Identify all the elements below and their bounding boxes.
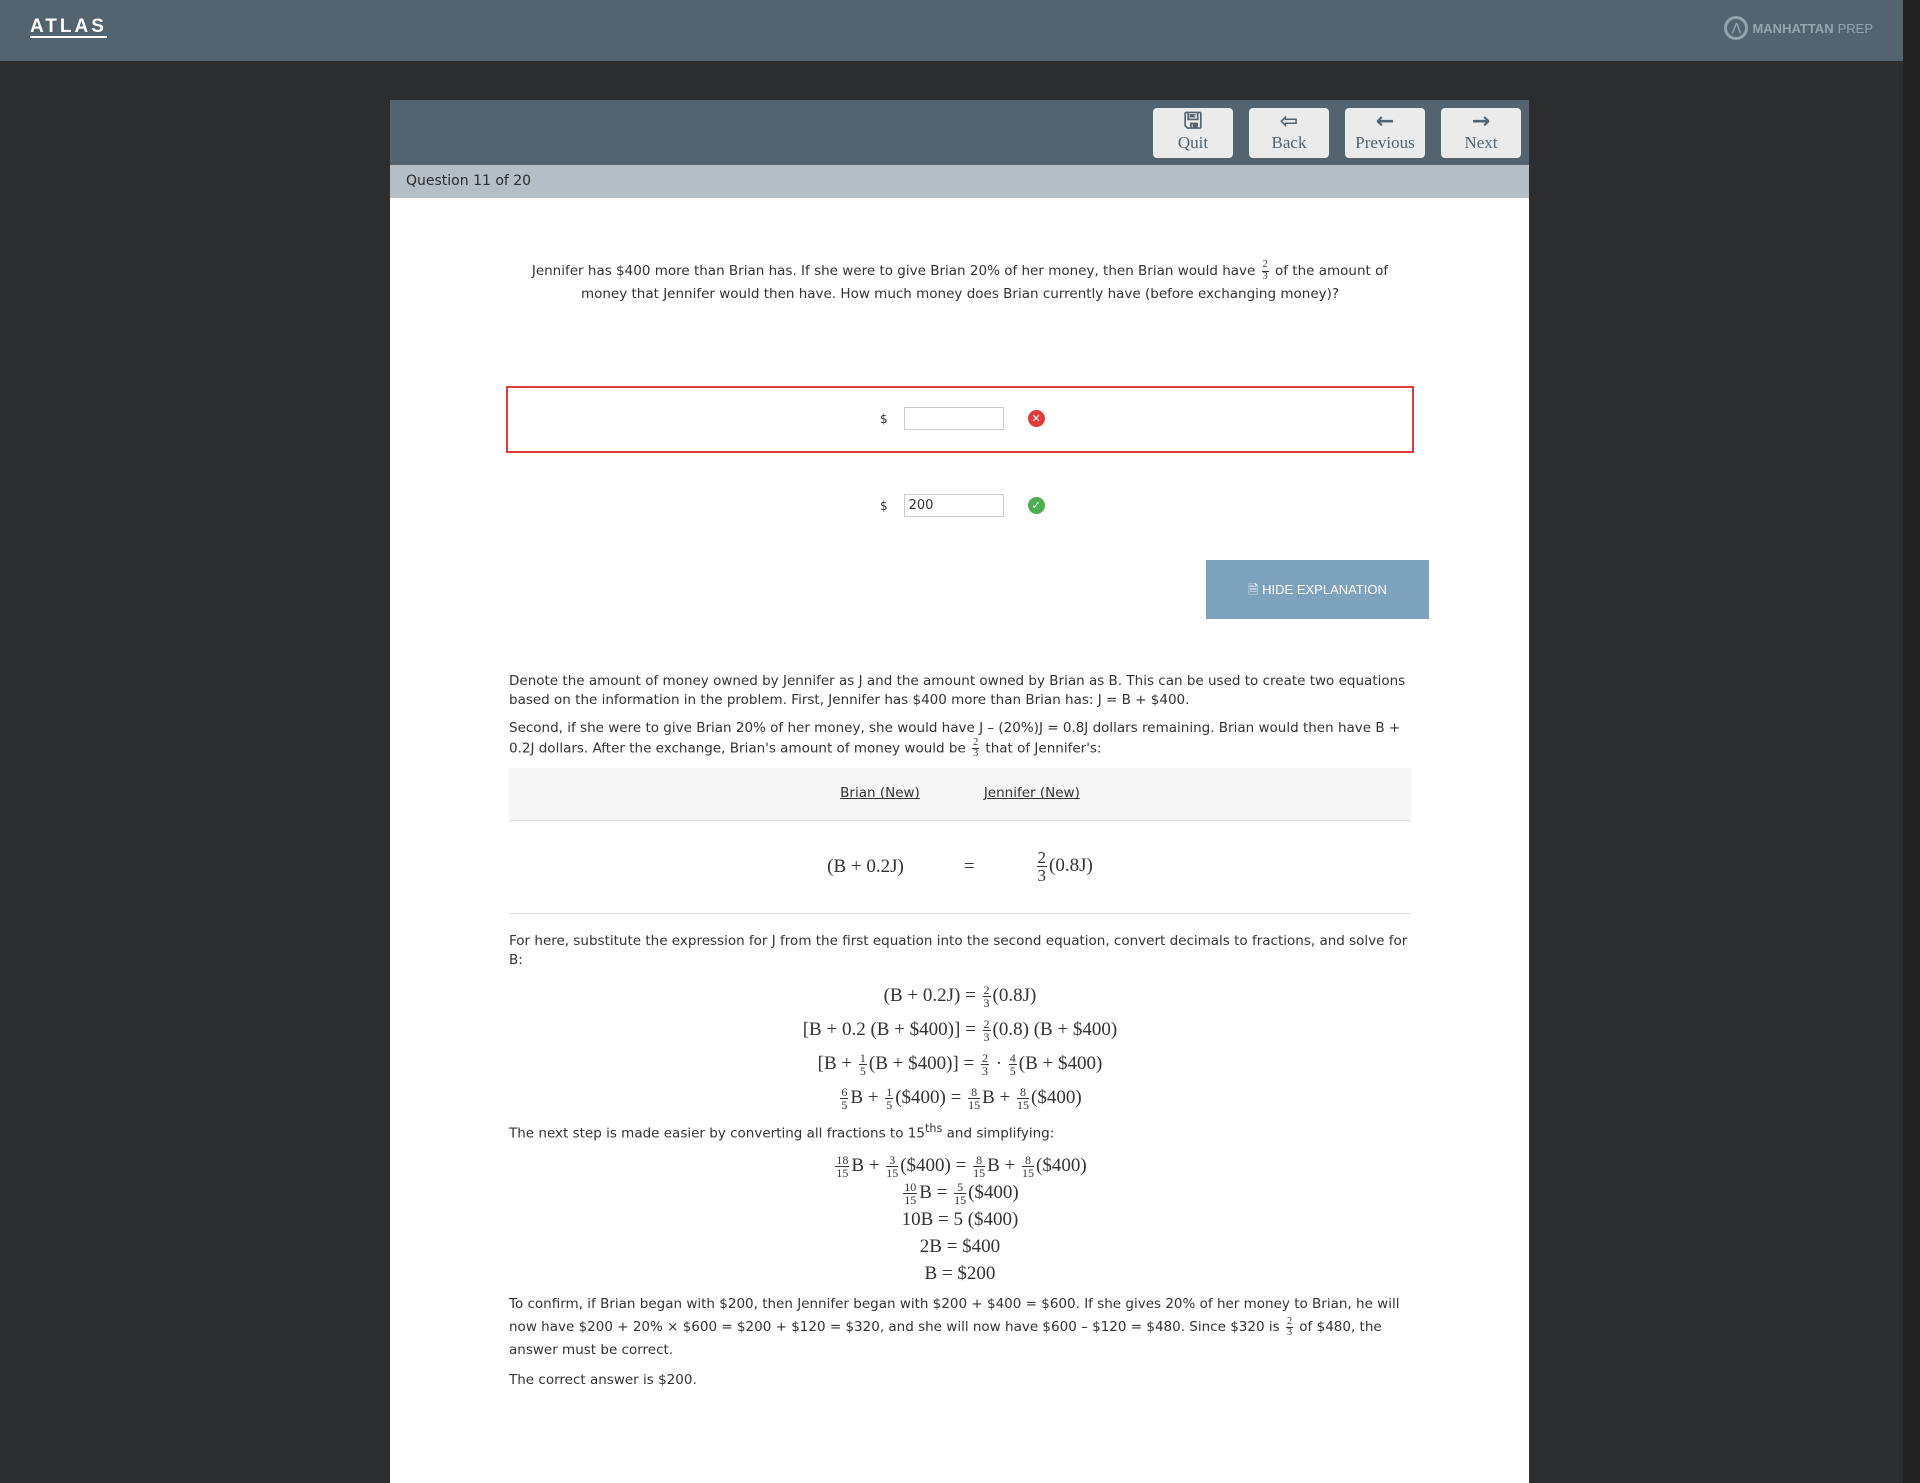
hide-explanation-label: HIDE EXPLANATION [1262,582,1387,597]
arrow-left-icon: ← [1375,109,1395,134]
correct-answer-input[interactable] [903,494,1004,517]
numerator: 2 [1261,259,1269,272]
answer-row-correct: $ ✓ [880,494,1045,517]
back-button[interactable]: ⇦ Back [1249,108,1329,158]
currency-label: $ [880,498,888,513]
manhattan-prep-logo: ⋀ MANHATTAN PREP [1724,16,1873,40]
question-part1: Jennifer has $400 more than Brian has. I… [531,263,1256,279]
fraction: 23 [1261,259,1269,282]
quit-label: Quit [1177,133,1209,152]
brand-name-2: PREP [1837,20,1873,36]
back-label: Back [1271,133,1307,152]
question-counter: Question 11 of 20 [390,165,1529,198]
previous-label: Previous [1355,133,1415,152]
denominator: 3 [1262,270,1268,282]
brand-name: MANHATTAN [1752,20,1834,36]
arrow-right-icon: → [1471,109,1491,134]
next-label: Next [1464,133,1498,152]
question-text: Jennifer has $400 more than Brian has. I… [509,260,1411,306]
correct-check-icon: ✓ [1027,497,1045,514]
scrollbar[interactable] [1903,0,1920,1483]
next-button[interactable]: → Next [1441,108,1521,158]
previous-button[interactable]: ← Previous [1345,108,1425,158]
hide-explanation-button[interactable]: 🗎 HIDE EXPLANATION [1206,560,1429,619]
mountain-icon: ⋀ [1724,16,1749,40]
quit-button[interactable]: 🖫 Quit [1153,108,1233,158]
floppy-disk-icon: 🖫 [1183,109,1203,134]
top-bar: ATLAS ⋀ MANHATTAN PREP [0,0,1903,61]
question-panel: 🖫 Quit ⇦ Back ← Previous → Next Question 11 … [390,100,1529,1483]
sign-in-icon: ⇦ [1279,109,1299,134]
user-answer-input[interactable] [903,407,1004,430]
document-icon: 🗎 [1248,582,1263,597]
toolbar: 🖫 Quit ⇦ Back ← Previous → Next [390,100,1529,165]
currency-label: $ [880,411,888,426]
answer-row-user: $ ✕ [880,407,1045,430]
atlas-logo: ATLAS [30,16,107,38]
incorrect-x-icon: ✕ [1027,410,1045,427]
